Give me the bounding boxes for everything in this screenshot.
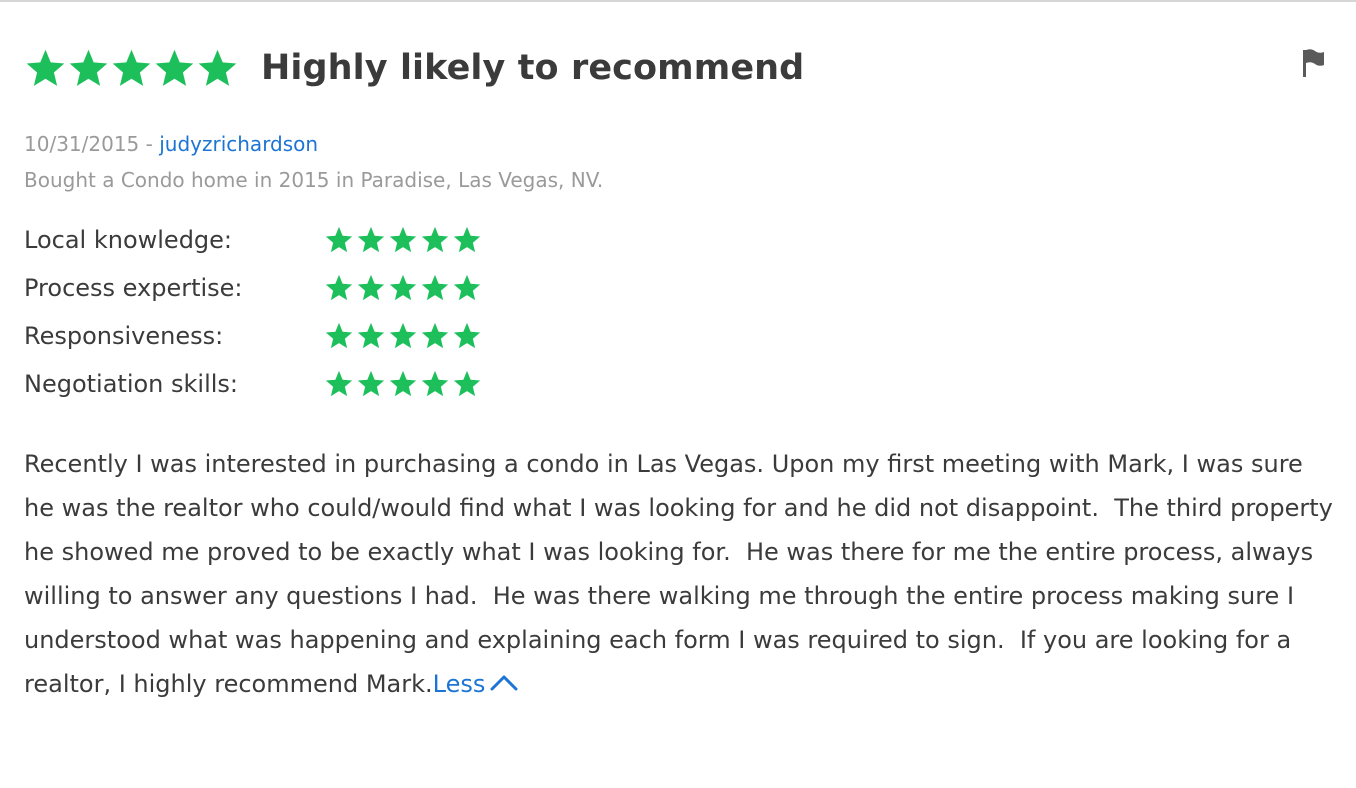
review-header: Highly likely to recommend [24, 40, 1334, 96]
byline-separator: - [139, 132, 160, 156]
sub-rating-row: Process expertise: [24, 264, 1334, 312]
star-icon [325, 370, 353, 397]
sub-rating-stars [324, 321, 482, 351]
star-icon [421, 274, 449, 301]
less-link[interactable]: Less [433, 670, 520, 698]
star-icon [112, 49, 151, 86]
star-icon [325, 274, 353, 301]
star-icon [357, 226, 385, 253]
star-icon [69, 49, 108, 86]
star-icon [453, 370, 481, 397]
star-icon [357, 274, 385, 301]
sub-rating-label: Local knowledge: [24, 226, 233, 254]
star-icon [155, 49, 194, 86]
reviewer-username-link[interactable]: judyzrichardson [159, 132, 318, 156]
review-body: Recently I was interested in purchasing … [24, 442, 1334, 706]
star-icon [26, 49, 65, 86]
star-icon [421, 226, 449, 253]
sub-rating-stars [324, 369, 482, 399]
star-icon [198, 49, 237, 86]
chevron-up-icon [490, 675, 518, 691]
star-icon [389, 322, 417, 349]
star-icon [453, 322, 481, 349]
sub-rating-stars [324, 273, 482, 303]
review-byline: 10/31/2015 - judyzrichardson [24, 126, 1334, 162]
sub-ratings: Local knowledge: Process expertise: Respon… [24, 216, 1334, 408]
sub-rating-label: Responsiveness: [24, 322, 224, 350]
star-icon [453, 274, 481, 301]
sub-rating-row: Local knowledge: [24, 216, 1334, 264]
top-divider [0, 0, 1356, 2]
sub-rating-row: Responsiveness: [24, 312, 1334, 360]
star-icon [325, 322, 353, 349]
review-meta: 10/31/2015 - judyzrichardson Bought a Co… [24, 126, 1334, 198]
less-label: Less [432, 670, 486, 698]
sub-rating-stars [324, 225, 482, 255]
star-icon [453, 226, 481, 253]
sub-rating-label: Negotiation skills: [24, 370, 239, 398]
star-icon [325, 226, 353, 253]
review-text: Recently I was interested in purchasing … [24, 450, 1341, 698]
star-icon [389, 370, 417, 397]
star-icon [421, 322, 449, 349]
review-title: Highly likely to recommend [261, 48, 805, 88]
star-icon [389, 274, 417, 301]
sub-rating-label: Process expertise: [24, 274, 243, 302]
review-card: Highly likely to recommend 10/31/2015 - … [24, 40, 1334, 706]
star-icon [357, 322, 385, 349]
star-icon [357, 370, 385, 397]
review-date: 10/31/2015 [24, 132, 140, 156]
sub-rating-row: Negotiation skills: [24, 360, 1334, 408]
overall-rating-stars [24, 47, 239, 90]
star-icon [389, 226, 417, 253]
star-icon [421, 370, 449, 397]
flag-icon[interactable] [1302, 48, 1326, 78]
transaction-description: Bought a Condo home in 2015 in Paradise,… [24, 168, 604, 192]
